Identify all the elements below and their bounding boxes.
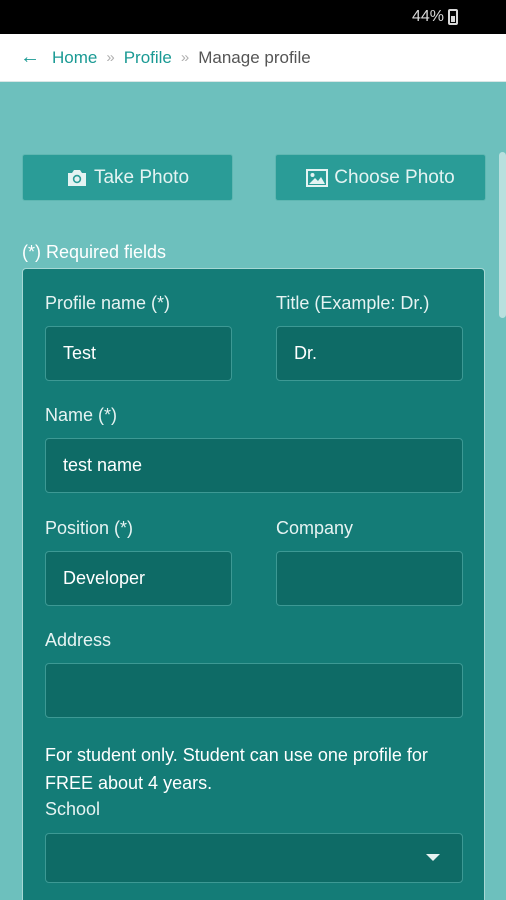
- position-label: Position (*): [45, 518, 134, 538]
- student-note: For student only. Student can use one pr…: [45, 745, 428, 793]
- title-label: Title (Example: Dr.): [276, 293, 430, 313]
- required-fields-note: (*) Required fields: [22, 242, 167, 262]
- company-input[interactable]: [276, 551, 463, 606]
- breadcrumb: ← Home » Profile » Manage profile: [0, 34, 506, 82]
- name-input[interactable]: test name: [45, 438, 463, 493]
- breadcrumb-current: Manage profile: [198, 47, 311, 67]
- camera-icon: [67, 169, 86, 186]
- choose-photo-label: Choose Photo: [334, 166, 455, 188]
- address-label: Address: [45, 630, 112, 650]
- company-label: Company: [276, 518, 354, 538]
- back-arrow-icon[interactable]: ←: [20, 46, 40, 69]
- title-input[interactable]: Dr.: [276, 326, 463, 381]
- school-select[interactable]: [45, 833, 463, 883]
- name-label: Name (*): [45, 405, 118, 425]
- battery-icon: [448, 9, 458, 25]
- profile-form: Profile name (*) Title (Example: Dr.) Te…: [22, 268, 485, 900]
- take-photo-button[interactable]: Take Photo: [22, 154, 233, 201]
- choose-photo-button[interactable]: Choose Photo: [275, 154, 486, 201]
- battery-percentage: 44%: [411, 8, 444, 25]
- image-icon: [306, 168, 329, 187]
- profile-name-label: Profile name (*): [45, 293, 171, 313]
- school-label: School: [45, 799, 101, 819]
- profile-name-input[interactable]: Test: [45, 326, 232, 381]
- take-photo-label: Take Photo: [93, 166, 190, 188]
- breadcrumb-separator: »: [106, 49, 115, 66]
- breadcrumb-profile[interactable]: Profile: [124, 48, 172, 68]
- breadcrumb-home[interactable]: Home: [52, 48, 97, 68]
- chevron-down-icon: [426, 854, 440, 861]
- address-input[interactable]: [45, 663, 463, 718]
- status-bar: 44%: [0, 0, 506, 34]
- breadcrumb-separator: »: [180, 49, 190, 66]
- position-input[interactable]: Developer: [45, 551, 232, 606]
- scrollbar[interactable]: [499, 152, 506, 318]
